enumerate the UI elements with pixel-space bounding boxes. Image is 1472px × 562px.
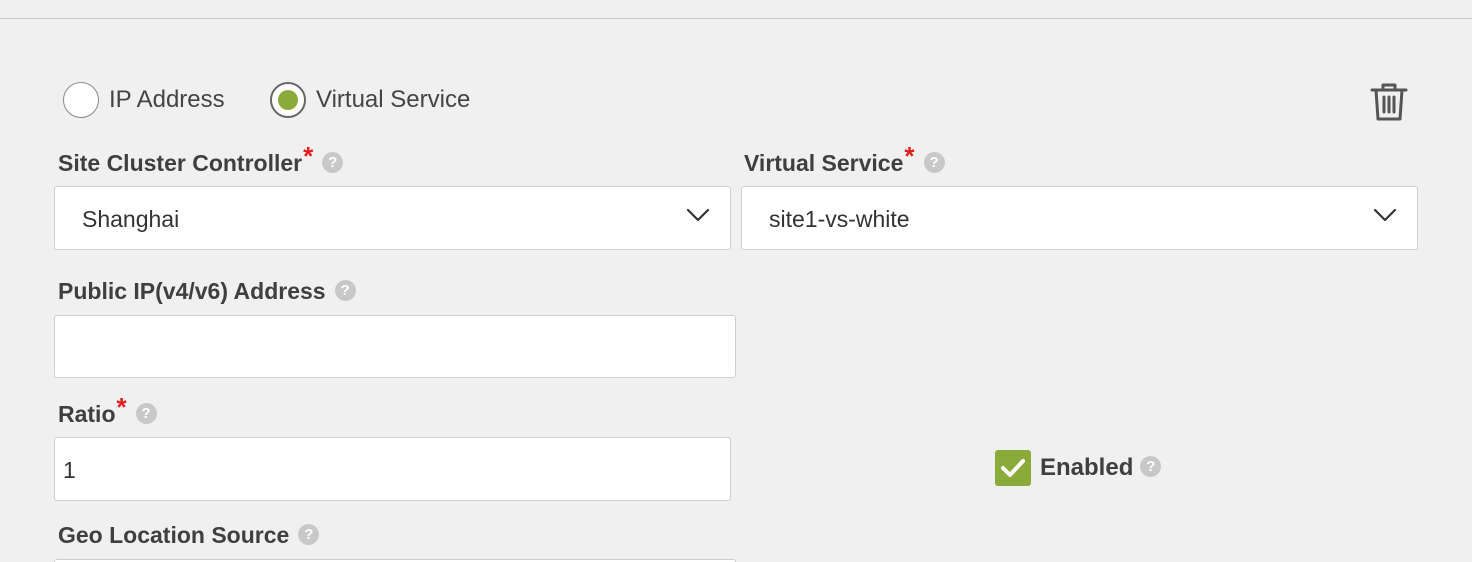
public-ip-input[interactable] [54,315,736,378]
public-ip-label-text: Public IP(v4/v6) Address [58,278,326,304]
help-icon[interactable]: ? [334,280,356,302]
site-cluster-controller-select[interactable]: Shanghai [54,186,731,250]
top-divider [0,18,1472,19]
site-cluster-controller-label: Site Cluster Controller*? [58,142,344,177]
help-icon[interactable]: ? [322,152,344,174]
enabled-label: Enabled? [1040,454,1162,482]
site-cluster-controller-label-text: Site Cluster Controller [58,150,303,176]
ip-address-radio[interactable] [63,82,99,118]
site-cluster-controller-value: Shanghai [82,206,180,232]
trash-icon[interactable] [1370,82,1408,122]
virtual-service-value: site1-vs-white [769,206,910,232]
enabled-label-text: Enabled [1040,454,1134,481]
virtual-service-radio-label[interactable]: Virtual Service [316,86,470,114]
ratio-label-text: Ratio [58,401,116,427]
virtual-service-select[interactable]: site1-vs-white [741,186,1418,250]
required-asterisk: * [904,141,915,171]
required-asterisk: * [116,392,127,422]
help-icon[interactable]: ? [1140,456,1162,478]
help-icon[interactable]: ? [298,524,320,546]
virtual-service-label: Virtual Service*? [744,142,945,177]
help-icon[interactable]: ? [135,403,157,425]
virtual-service-label-text: Virtual Service [744,150,904,176]
enabled-checkbox[interactable] [995,450,1031,486]
geo-location-source-label: Geo Location Source? [58,521,320,549]
ip-address-radio-label[interactable]: IP Address [109,86,225,114]
geo-location-source-label-text: Geo Location Source [58,522,290,548]
ratio-label: Ratio*? [58,393,157,428]
chevron-down-icon [1373,208,1397,222]
radio-dot [278,90,298,110]
public-ip-label: Public IP(v4/v6) Address? [58,277,356,305]
chevron-down-icon [686,208,710,222]
help-icon[interactable]: ? [923,152,945,174]
checkmark-icon [1001,459,1025,477]
ratio-value: 1 [63,457,76,483]
ratio-input[interactable]: 1 [54,437,731,501]
virtual-service-radio[interactable] [270,82,306,118]
required-asterisk: * [303,141,314,171]
